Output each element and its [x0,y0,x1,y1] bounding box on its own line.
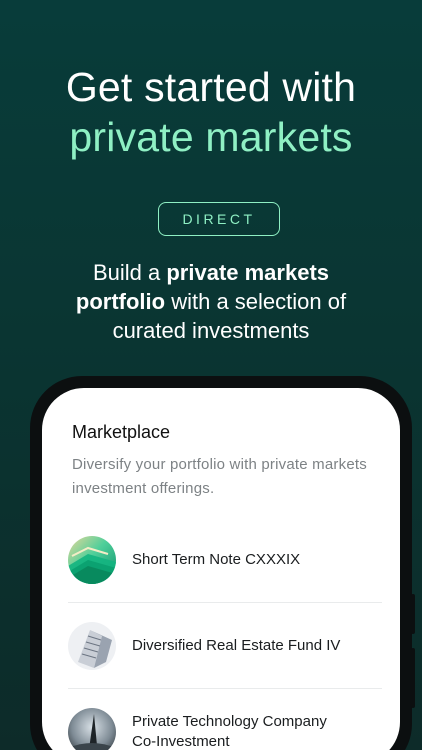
subtitle-bold-1: private markets [166,260,330,285]
list-item-label: Short Term Note CXXXIX [132,550,301,568]
list-item-label-line1: Private Technology Company [132,713,327,730]
hero-subtitle: Build a private markets portfolio with a… [0,258,422,345]
list-item-label: Private Technology Company Co-Investment [132,712,327,750]
subtitle-line3: curated investments [112,318,310,343]
tower-icon [68,708,116,750]
hero-title-line2: private markets [69,114,353,160]
hero-title-line1: Get started with [65,64,357,110]
building-icon [68,621,116,670]
investment-list: Short Term Note CXXXIX Diversified Real … [68,517,382,750]
list-item-label-line2: Co-Investment [132,733,230,750]
phone-side-button [411,648,415,708]
subtitle-pre: Build a [92,260,167,285]
list-item[interactable]: Private Technology Company Co-Investment [68,689,382,750]
phone-screen: Marketplace Diversify your portfolio wit… [42,388,400,750]
phone-mockup: Marketplace Diversify your portfolio wit… [30,376,415,750]
marketplace-title: Marketplace [72,422,171,442]
list-item-label: Diversified Real Estate Fund IV [132,636,341,654]
layers-icon [68,535,116,584]
phone-side-button [411,594,415,634]
hero-title: Get started with private markets [0,62,422,162]
list-item[interactable]: Diversified Real Estate Fund IV [68,603,382,689]
subtitle-post: with a selection of [165,289,347,314]
direct-badge: DIRECT [158,202,280,236]
marketplace-description: Diversify your portfolio with private ma… [72,456,367,497]
list-item[interactable]: Short Term Note CXXXIX [68,517,382,603]
subtitle-bold-2: portfolio [75,289,166,314]
